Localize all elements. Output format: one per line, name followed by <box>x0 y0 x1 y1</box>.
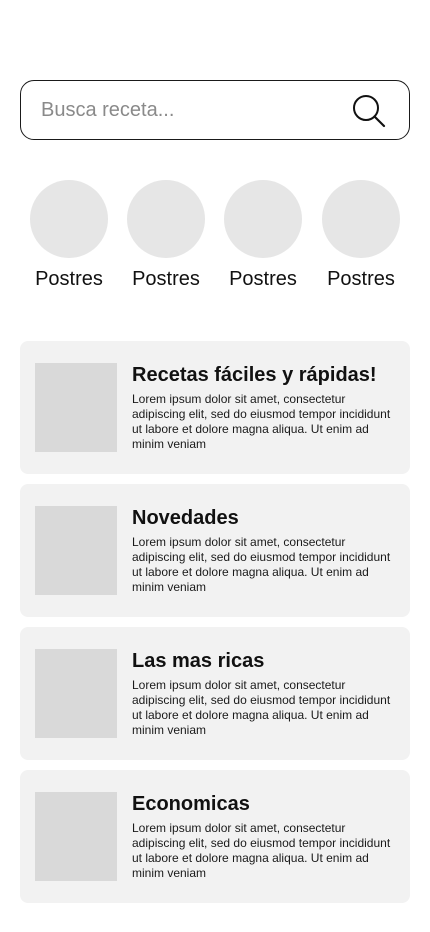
category-image <box>224 180 302 258</box>
card-title: Novedades <box>132 507 239 529</box>
card-image <box>35 506 117 595</box>
search-input[interactable] <box>41 90 341 130</box>
card-description: Lorem ipsum dolor sit amet, consectetur … <box>132 678 391 737</box>
category-item[interactable]: Postres <box>117 180 215 291</box>
category-label: Postres <box>327 268 395 290</box>
card-title: Recetas fáciles y rápidas! <box>132 364 377 386</box>
category-image <box>30 180 108 258</box>
category-row: Postres Postres Postres Postres <box>20 180 410 300</box>
recipe-card[interactable]: Las mas ricas Lorem ipsum dolor sit amet… <box>20 627 410 760</box>
recipe-card[interactable]: Economicas Lorem ipsum dolor sit amet, c… <box>20 770 410 903</box>
recipe-home-screen: Postres Postres Postres Postres Recetas … <box>0 0 430 932</box>
card-title: Las mas ricas <box>132 650 265 672</box>
recipe-card[interactable]: Recetas fáciles y rápidas! Lorem ipsum d… <box>20 341 410 474</box>
card-description: Lorem ipsum dolor sit amet, consectetur … <box>132 821 391 880</box>
category-item[interactable]: Postres <box>312 180 410 291</box>
category-item[interactable]: Postres <box>214 180 312 291</box>
card-image <box>35 792 117 881</box>
category-label: Postres <box>229 268 297 290</box>
card-image <box>35 649 117 738</box>
category-label: Postres <box>132 268 200 290</box>
category-label: Postres <box>35 268 103 290</box>
search-button[interactable] <box>351 93 387 129</box>
recipe-card[interactable]: Novedades Lorem ipsum dolor sit amet, co… <box>20 484 410 617</box>
card-description: Lorem ipsum dolor sit amet, consectetur … <box>132 535 391 594</box>
card-image <box>35 363 117 452</box>
category-image <box>322 180 400 258</box>
search-bar <box>20 80 410 140</box>
search-icon <box>353 95 386 128</box>
category-item[interactable]: Postres <box>20 180 118 291</box>
card-title: Economicas <box>132 793 250 815</box>
card-description: Lorem ipsum dolor sit amet, consectetur … <box>132 392 391 451</box>
category-image <box>127 180 205 258</box>
